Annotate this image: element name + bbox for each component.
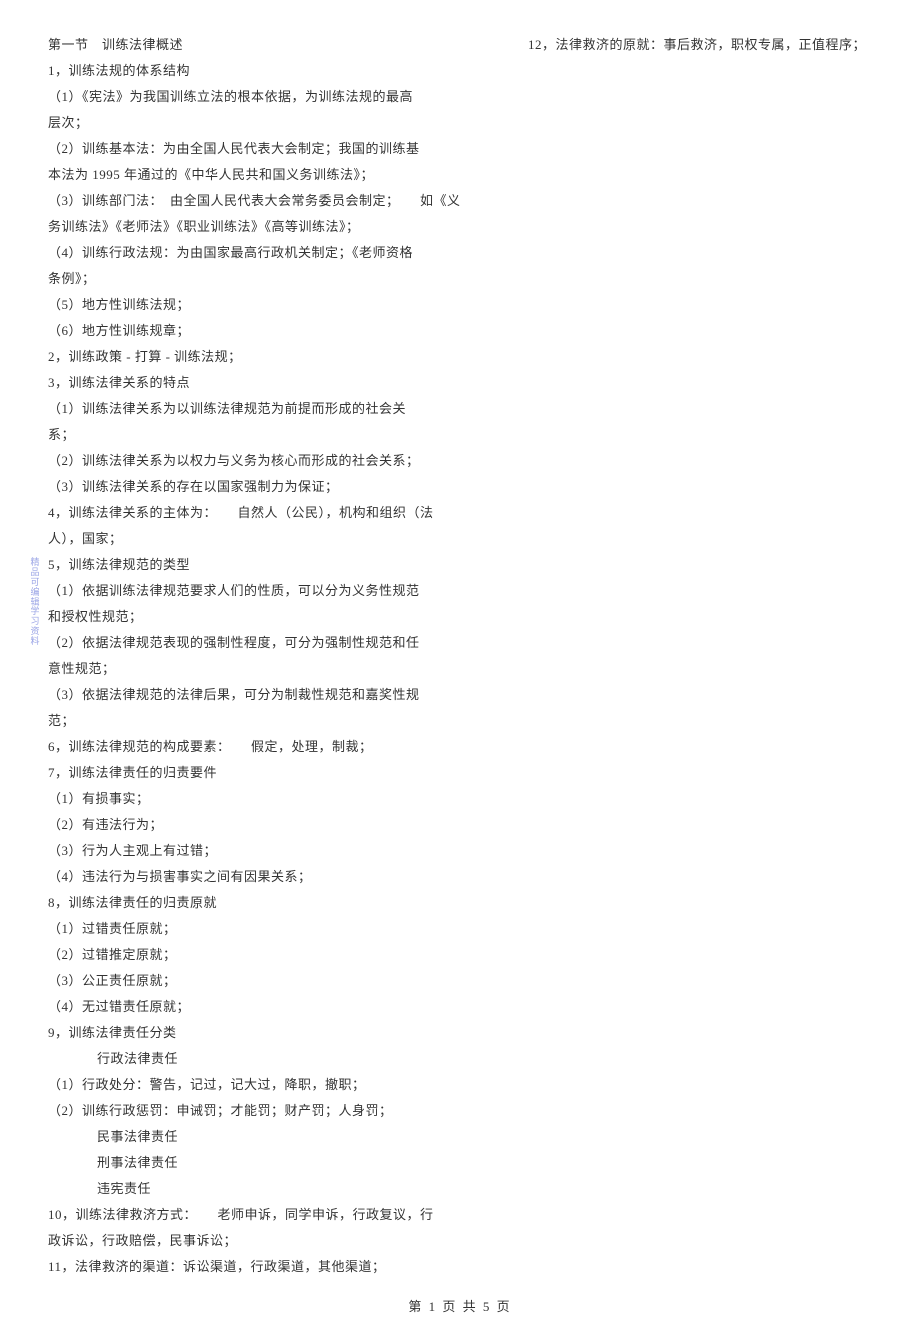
text-line: 12，法律救济的原就：事后救济，职权专属，正值程序； — [528, 32, 872, 58]
text-line: 和授权性规范； — [48, 604, 468, 630]
text-line: （3）行为人主观上有过错； — [48, 838, 468, 864]
text-line: （2）过错推定原就； — [48, 942, 468, 968]
text-line: 刑事法律责任 — [48, 1150, 468, 1176]
text-line: （4）训练行政法规：为由国家最高行政机关制定；《老师资格 — [48, 240, 468, 266]
text-line: 7，训练法律责任的归责要件 — [48, 760, 468, 786]
text-line: （2）训练基本法：为由全国人民代表大会制定；我国的训练基 — [48, 136, 468, 162]
text-line: 8，训练法律责任的归责原就 — [48, 890, 468, 916]
content-columns: 第一节 训练法律概述 1，训练法规的体系结构 （1）《宪法》为我国训练立法的根本… — [48, 32, 872, 1280]
text-line: 第一节 训练法律概述 — [48, 32, 468, 58]
page-footer: 第 1 页 共 5 页 — [48, 1296, 872, 1315]
text-line: 层次； — [48, 110, 468, 136]
text-line: （3）公正责任原就； — [48, 968, 468, 994]
text-line: 5，训练法律规范的类型 — [48, 552, 468, 578]
text-line: （6）地方性训练规章； — [48, 318, 468, 344]
text-line: （2）训练法律关系为以权力与义务为核心而形成的社会关系； — [48, 448, 468, 474]
text-line: （1）行政处分：警告，记过，记大过，降职，撤职； — [48, 1072, 468, 1098]
document-page: 精 品 可 编 辑 学 习 资 料 第一节 训练法律概述 1，训练法规的体系结构… — [0, 0, 920, 1335]
text-line: （1）有损事实； — [48, 786, 468, 812]
side-watermark: 精 品 可 编 辑 学 习 资 料 — [28, 558, 42, 647]
text-line: 6，训练法律规范的构成要素： 假定，处理，制裁； — [48, 734, 468, 760]
text-line: 2，训练政策 - 打算 - 训练法规； — [48, 344, 468, 370]
text-line: 4，训练法律关系的主体为： 自然人（公民），机构和组织（法 — [48, 500, 468, 526]
text-line: （4）违法行为与损害事实之间有因果关系； — [48, 864, 468, 890]
text-line: （3）训练部门法： 由全国人民代表大会常务委员会制定； 如《义 — [48, 188, 468, 214]
text-line: （1）《宪法》为我国训练立法的根本依据，为训练法规的最高 — [48, 84, 468, 110]
text-line: 范； — [48, 708, 468, 734]
text-line: 本法为 1995 年通过的《中华人民共和国义务训练法》； — [48, 162, 468, 188]
text-line: （4）无过错责任原就； — [48, 994, 468, 1020]
text-line: （1）过错责任原就； — [48, 916, 468, 942]
text-line: 人），国家； — [48, 526, 468, 552]
text-line: 条例》； — [48, 266, 468, 292]
side-char: 料 — [28, 637, 42, 647]
text-line: （3）依据法律规范的法律后果，可分为制裁性规范和嘉奖性规 — [48, 682, 468, 708]
text-line: 9，训练法律责任分类 — [48, 1020, 468, 1046]
text-line: 行政法律责任 — [48, 1046, 468, 1072]
left-column: 第一节 训练法律概述 1，训练法规的体系结构 （1）《宪法》为我国训练立法的根本… — [48, 32, 468, 1280]
text-line: （3）训练法律关系的存在以国家强制力为保证； — [48, 474, 468, 500]
text-line: （1）依据训练法律规范要求人们的性质，可以分为义务性规范 — [48, 578, 468, 604]
text-line: 务训练法》《老师法》《职业训练法》《高等训练法》； — [48, 214, 468, 240]
text-line: 11，法律救济的渠道：诉讼渠道，行政渠道，其他渠道； — [48, 1254, 468, 1280]
text-line: 政诉讼，行政赔偿，民事诉讼； — [48, 1228, 468, 1254]
text-line: （2）训练行政惩罚：申诫罚；才能罚；财产罚；人身罚； — [48, 1098, 468, 1124]
text-line: 10，训练法律救济方式： 老师申诉，同学申诉，行政复议，行 — [48, 1202, 468, 1228]
right-column: 12，法律救济的原就：事后救济，职权专属，正值程序； — [528, 32, 872, 1280]
text-line: （5）地方性训练法规； — [48, 292, 468, 318]
text-line: 1，训练法规的体系结构 — [48, 58, 468, 84]
text-line: 意性规范； — [48, 656, 468, 682]
text-line: 违宪责任 — [48, 1176, 468, 1202]
text-line: （1）训练法律关系为以训练法律规范为前提而形成的社会关 — [48, 396, 468, 422]
text-line: （2）有违法行为； — [48, 812, 468, 838]
text-line: （2）依据法律规范表现的强制性程度，可分为强制性规范和任 — [48, 630, 468, 656]
text-line: 系； — [48, 422, 468, 448]
text-line: 3，训练法律关系的特点 — [48, 370, 468, 396]
text-line: 民事法律责任 — [48, 1124, 468, 1150]
